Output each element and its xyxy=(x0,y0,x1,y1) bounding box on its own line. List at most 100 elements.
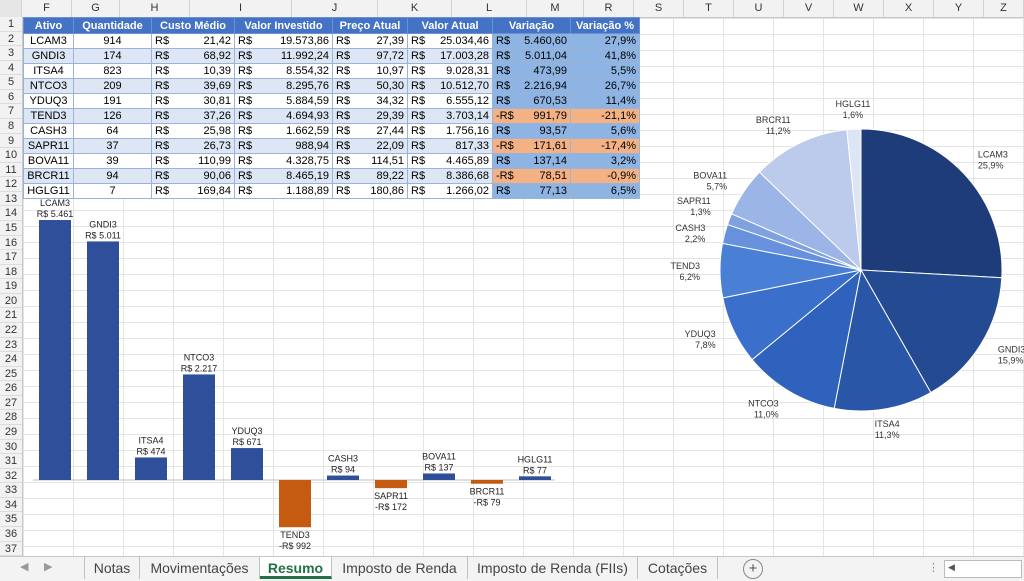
cell-variacao-pct[interactable]: 11,4% xyxy=(570,93,640,109)
variation-bar-chart[interactable]: LCAM3R$ 5.461 GNDI3R$ 5.011 ITSA4R$ 474 NTC… xyxy=(23,192,563,556)
cell-variacao[interactable]: R$ 137,14 xyxy=(492,153,571,169)
header-valor-investido[interactable]: Valor Investido xyxy=(234,17,333,34)
cell-custo-medio[interactable]: R$ 25,98 xyxy=(151,123,235,139)
cell-ativo[interactable]: BOVA11 xyxy=(23,153,74,169)
cell-variacao[interactable]: R$ 473,99 xyxy=(492,63,571,79)
cell-preco-atual[interactable]: R$ 10,97 xyxy=(332,63,408,79)
cell-valor-atual[interactable]: R$ 25.034,46 xyxy=(407,33,493,49)
row-header-18[interactable]: 18 xyxy=(0,265,22,280)
cell-custo-medio[interactable]: R$ 90,06 xyxy=(151,168,235,184)
bar-gndi3[interactable] xyxy=(87,241,119,480)
cell-variacao-pct[interactable]: 6,5% xyxy=(570,183,640,199)
bar-lcam3[interactable] xyxy=(39,220,71,480)
cell-variacao[interactable]: R$ 5.460,60 xyxy=(492,33,571,49)
cell-quantidade[interactable]: 914 xyxy=(73,33,152,49)
tab-notas[interactable]: Notas xyxy=(84,557,140,579)
cell-valor-investido[interactable]: R$ 8.554,32 xyxy=(234,63,333,79)
column-header-z[interactable]: Z xyxy=(984,0,1024,17)
row-header-4[interactable]: 4 xyxy=(0,61,22,76)
cell-custo-medio[interactable]: R$ 21,42 xyxy=(151,33,235,49)
cell-variacao-pct[interactable]: 27,9% xyxy=(570,33,640,49)
cell-valor-investido[interactable]: R$ 4.694,93 xyxy=(234,108,333,124)
column-header-u[interactable]: U xyxy=(734,0,784,17)
cell-ativo[interactable]: SAPR11 xyxy=(23,138,74,154)
bar-brcr11[interactable] xyxy=(471,480,503,484)
row-header-24[interactable]: 24 xyxy=(0,352,22,367)
cell-valor-atual[interactable]: R$ 817,33 xyxy=(407,138,493,154)
row-header-26[interactable]: 26 xyxy=(0,381,22,396)
row-header-6[interactable]: 6 xyxy=(0,90,22,105)
cell-ativo[interactable]: LCAM3 xyxy=(23,33,74,49)
bar-itsa4[interactable] xyxy=(135,457,167,480)
cell-ativo[interactable]: TEND3 xyxy=(23,108,74,124)
row-header-28[interactable]: 28 xyxy=(0,410,22,425)
row-header-34[interactable]: 34 xyxy=(0,498,22,513)
row-header-11[interactable]: 11 xyxy=(0,163,22,178)
cell-custo-medio[interactable]: R$ 68,92 xyxy=(151,48,235,64)
cell-custo-medio[interactable]: R$ 110,99 xyxy=(151,153,235,169)
row-header-2[interactable]: 2 xyxy=(0,32,22,47)
tab-imposto-de-renda-fiis[interactable]: Imposto de Renda (FIIs) xyxy=(468,557,638,579)
cell-variacao[interactable]: -R$ 171,61 xyxy=(492,138,571,154)
cell-preco-atual[interactable]: R$ 34,32 xyxy=(332,93,408,109)
header-quantidade[interactable]: Quantidade xyxy=(73,17,152,34)
cell-quantidade[interactable]: 39 xyxy=(73,153,152,169)
cell-variacao-pct[interactable]: 41,8% xyxy=(570,48,640,64)
cell-quantidade[interactable]: 174 xyxy=(73,48,152,64)
cell-quantidade[interactable]: 823 xyxy=(73,63,152,79)
row-header-17[interactable]: 17 xyxy=(0,250,22,265)
row-header-19[interactable]: 19 xyxy=(0,279,22,294)
bar-sapr11[interactable] xyxy=(375,480,407,489)
bar-bova11[interactable] xyxy=(423,473,455,480)
bar-cash3[interactable] xyxy=(327,475,359,480)
cell-variacao[interactable]: R$ 2.216,94 xyxy=(492,78,571,94)
cell-ativo[interactable]: BRCR11 xyxy=(23,168,74,184)
cell-variacao-pct[interactable]: 5,5% xyxy=(570,63,640,79)
prev-sheet-icon[interactable]: ◀ xyxy=(20,560,28,573)
cell-variacao[interactable]: R$ 670,53 xyxy=(492,93,571,109)
cell-variacao[interactable]: R$ 5.011,04 xyxy=(492,48,571,64)
cell-preco-atual[interactable]: R$ 22,09 xyxy=(332,138,408,154)
cell-preco-atual[interactable]: R$ 97,72 xyxy=(332,48,408,64)
header-variacao[interactable]: Variação xyxy=(492,17,571,34)
row-header-15[interactable]: 15 xyxy=(0,221,22,236)
cell-variacao[interactable]: R$ 93,57 xyxy=(492,123,571,139)
cell-valor-atual[interactable]: R$ 17.003,28 xyxy=(407,48,493,64)
cell-variacao[interactable]: -R$ 991,79 xyxy=(492,108,571,124)
cell-preco-atual[interactable]: R$ 29,39 xyxy=(332,108,408,124)
column-header-t[interactable]: T xyxy=(684,0,734,17)
header-ativo[interactable]: Ativo xyxy=(23,17,74,34)
row-header-16[interactable]: 16 xyxy=(0,236,22,251)
row-header-31[interactable]: 31 xyxy=(0,454,22,469)
row-header-9[interactable]: 9 xyxy=(0,134,22,149)
tab-resumo[interactable]: Resumo xyxy=(260,557,332,579)
row-header-27[interactable]: 27 xyxy=(0,396,22,411)
cell-custo-medio[interactable]: R$ 39,69 xyxy=(151,78,235,94)
header-custo-medio[interactable]: Custo Médio xyxy=(151,17,235,34)
cell-preco-atual[interactable]: R$ 89,22 xyxy=(332,168,408,184)
cell-quantidade[interactable]: 209 xyxy=(73,78,152,94)
cell-quantidade[interactable]: 191 xyxy=(73,93,152,109)
row-header-3[interactable]: 3 xyxy=(0,46,22,61)
column-header-h[interactable]: H xyxy=(120,0,190,17)
allocation-pie-chart[interactable]: LCAM325,9% GNDI315,9% ITSA411,3% NTCO311,0%… xyxy=(640,80,1024,460)
cell-variacao-pct[interactable]: 3,2% xyxy=(570,153,640,169)
cell-quantidade[interactable]: 126 xyxy=(73,108,152,124)
cell-valor-atual[interactable]: R$ 3.703,14 xyxy=(407,108,493,124)
cell-ativo[interactable]: NTCO3 xyxy=(23,78,74,94)
cell-valor-investido[interactable]: R$ 4.328,75 xyxy=(234,153,333,169)
row-header-36[interactable]: 36 xyxy=(0,527,22,542)
cell-variacao-pct[interactable]: -0,9% xyxy=(570,168,640,184)
cell-valor-investido[interactable]: R$ 8.465,19 xyxy=(234,168,333,184)
column-header-l[interactable]: L xyxy=(452,0,527,17)
bar-ntco3[interactable] xyxy=(183,374,215,480)
row-header-14[interactable]: 14 xyxy=(0,206,22,221)
row-header-25[interactable]: 25 xyxy=(0,367,22,382)
cell-ativo[interactable]: CASH3 xyxy=(23,123,74,139)
cell-preco-atual[interactable]: R$ 114,51 xyxy=(332,153,408,169)
cell-ativo[interactable]: YDUQ3 xyxy=(23,93,74,109)
scroll-left-icon[interactable]: ◀ xyxy=(948,562,955,573)
column-header-s[interactable]: S xyxy=(634,0,684,17)
row-header-33[interactable]: 33 xyxy=(0,483,22,498)
select-all-corner[interactable] xyxy=(0,0,22,17)
